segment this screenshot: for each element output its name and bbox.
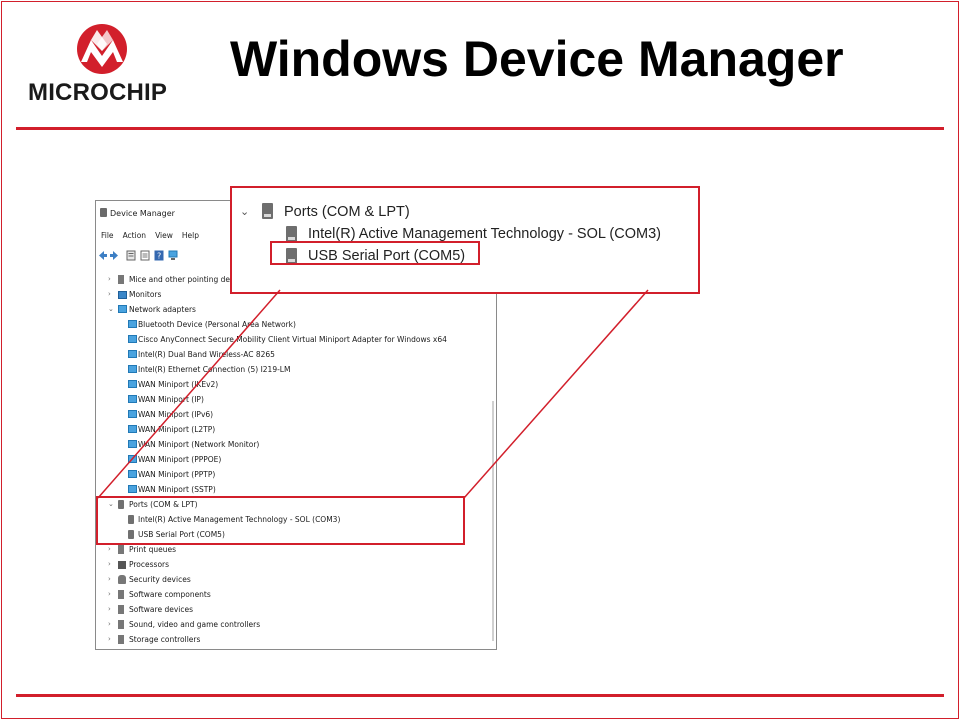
port-icon — [262, 203, 273, 219]
tree-item-label: WAN Miniport (IP) — [138, 395, 204, 404]
network-icon — [118, 305, 127, 313]
chevron-down-icon[interactable]: ⌄ — [108, 302, 116, 317]
tree-item-label: Monitors — [129, 290, 162, 299]
printer-icon — [118, 545, 124, 554]
slide-title: Windows Device Manager — [230, 31, 844, 87]
tree-item-label: Cisco AnyConnect Secure Mobility Client … — [138, 335, 447, 344]
scan-hardware-icon[interactable] — [168, 250, 178, 261]
network-adapter-icon — [128, 395, 137, 403]
tree-item-label: Software devices — [129, 605, 193, 614]
tree-item-label: Storage controllers — [129, 635, 201, 644]
usb-serial-highlight-box — [270, 241, 480, 265]
tree-item-label: Network adapters — [129, 305, 196, 314]
zoom-category-label: Ports (COM & LPT) — [284, 204, 410, 220]
network-adapter-icon — [128, 380, 137, 388]
tree-item-label: WAN Miniport (IKEv2) — [138, 380, 219, 389]
tree-item-label: WAN Miniport (Network Monitor) — [138, 440, 260, 449]
zoom-item-com3: Intel(R) Active Management Technology - … — [308, 226, 661, 242]
monitor-icon — [118, 291, 127, 299]
network-adapter-icon — [128, 410, 137, 418]
security-icon — [118, 575, 126, 584]
chevron-right-icon[interactable]: › — [108, 572, 116, 587]
chevron-right-icon[interactable]: › — [108, 632, 116, 647]
properties-icon[interactable] — [126, 250, 136, 261]
forward-arrow-icon[interactable] — [109, 250, 119, 261]
chevron-right-icon[interactable]: › — [108, 557, 116, 572]
top-divider — [16, 127, 944, 130]
network-adapter-icon — [128, 350, 137, 358]
microchip-logo-icon — [77, 24, 127, 74]
tree-item-label: Security devices — [129, 575, 191, 584]
component-icon — [118, 590, 124, 599]
chevron-right-icon[interactable]: › — [108, 272, 116, 287]
tree-item-label: WAN Miniport (PPPOE) — [138, 455, 222, 464]
network-adapter-icon — [128, 335, 137, 343]
processor-icon — [118, 561, 126, 569]
svg-text:?: ? — [157, 252, 161, 261]
chevron-right-icon[interactable]: › — [108, 587, 116, 602]
network-adapter-icon — [128, 440, 137, 448]
tree-item-label: WAN Miniport (PPTP) — [138, 470, 216, 479]
chevron-right-icon[interactable]: › — [108, 602, 116, 617]
network-adapter-icon — [128, 425, 137, 433]
microchip-logo: MICROCHIP — [28, 24, 178, 106]
menu-view[interactable]: View — [155, 231, 173, 240]
network-adapter-icon — [128, 470, 137, 478]
menu-bar: File Action View Help — [96, 231, 203, 243]
tree-item-label: Software components — [129, 590, 211, 599]
network-adapter-icon — [128, 485, 137, 493]
chevron-right-icon[interactable]: › — [108, 287, 116, 302]
device-manager-app-icon — [100, 208, 107, 217]
software-icon — [118, 605, 124, 614]
tree-item-label: Bluetooth Device (Personal Area Network) — [138, 320, 296, 329]
tree-item-label: WAN Miniport (IPv6) — [138, 410, 214, 419]
window-title: Device Manager — [110, 209, 175, 218]
mouse-icon — [118, 275, 124, 284]
network-adapter-icon — [128, 365, 137, 373]
chevron-down-icon: ⌄ — [240, 205, 250, 218]
chevron-right-icon[interactable]: › — [108, 617, 116, 632]
port-icon — [286, 226, 297, 242]
tree-item-label: WAN Miniport (SSTP) — [138, 485, 216, 494]
storage-icon — [118, 635, 124, 644]
view-icon[interactable] — [140, 250, 150, 261]
tree-item-label: WAN Miniport (L2TP) — [138, 425, 216, 434]
speaker-icon — [118, 620, 124, 629]
tree-item-label: Processors — [129, 560, 170, 569]
microchip-wordmark: MICROCHIP — [28, 79, 168, 106]
menu-file[interactable]: File — [101, 231, 114, 240]
ports-highlight-box — [96, 496, 465, 545]
help-icon[interactable]: ? — [154, 250, 164, 261]
network-adapter-icon — [128, 455, 137, 463]
zoomed-ports-callout: ⌄ Ports (COM & LPT) Intel(R) Active Mana… — [230, 186, 700, 294]
tree-item-label: Intel(R) Dual Band Wireless-AC 8265 — [138, 350, 275, 359]
network-adapter-icon — [128, 320, 137, 328]
tree-item-label: Sound, video and game controllers — [129, 620, 261, 629]
back-arrow-icon[interactable] — [98, 250, 108, 261]
bottom-divider — [16, 694, 944, 697]
menu-action[interactable]: Action — [123, 231, 147, 240]
scrollbar[interactable] — [492, 401, 494, 641]
tree-item-label: Intel(R) Ethernet Connection (5) I219-LM — [138, 365, 291, 374]
menu-help[interactable]: Help — [182, 231, 199, 240]
